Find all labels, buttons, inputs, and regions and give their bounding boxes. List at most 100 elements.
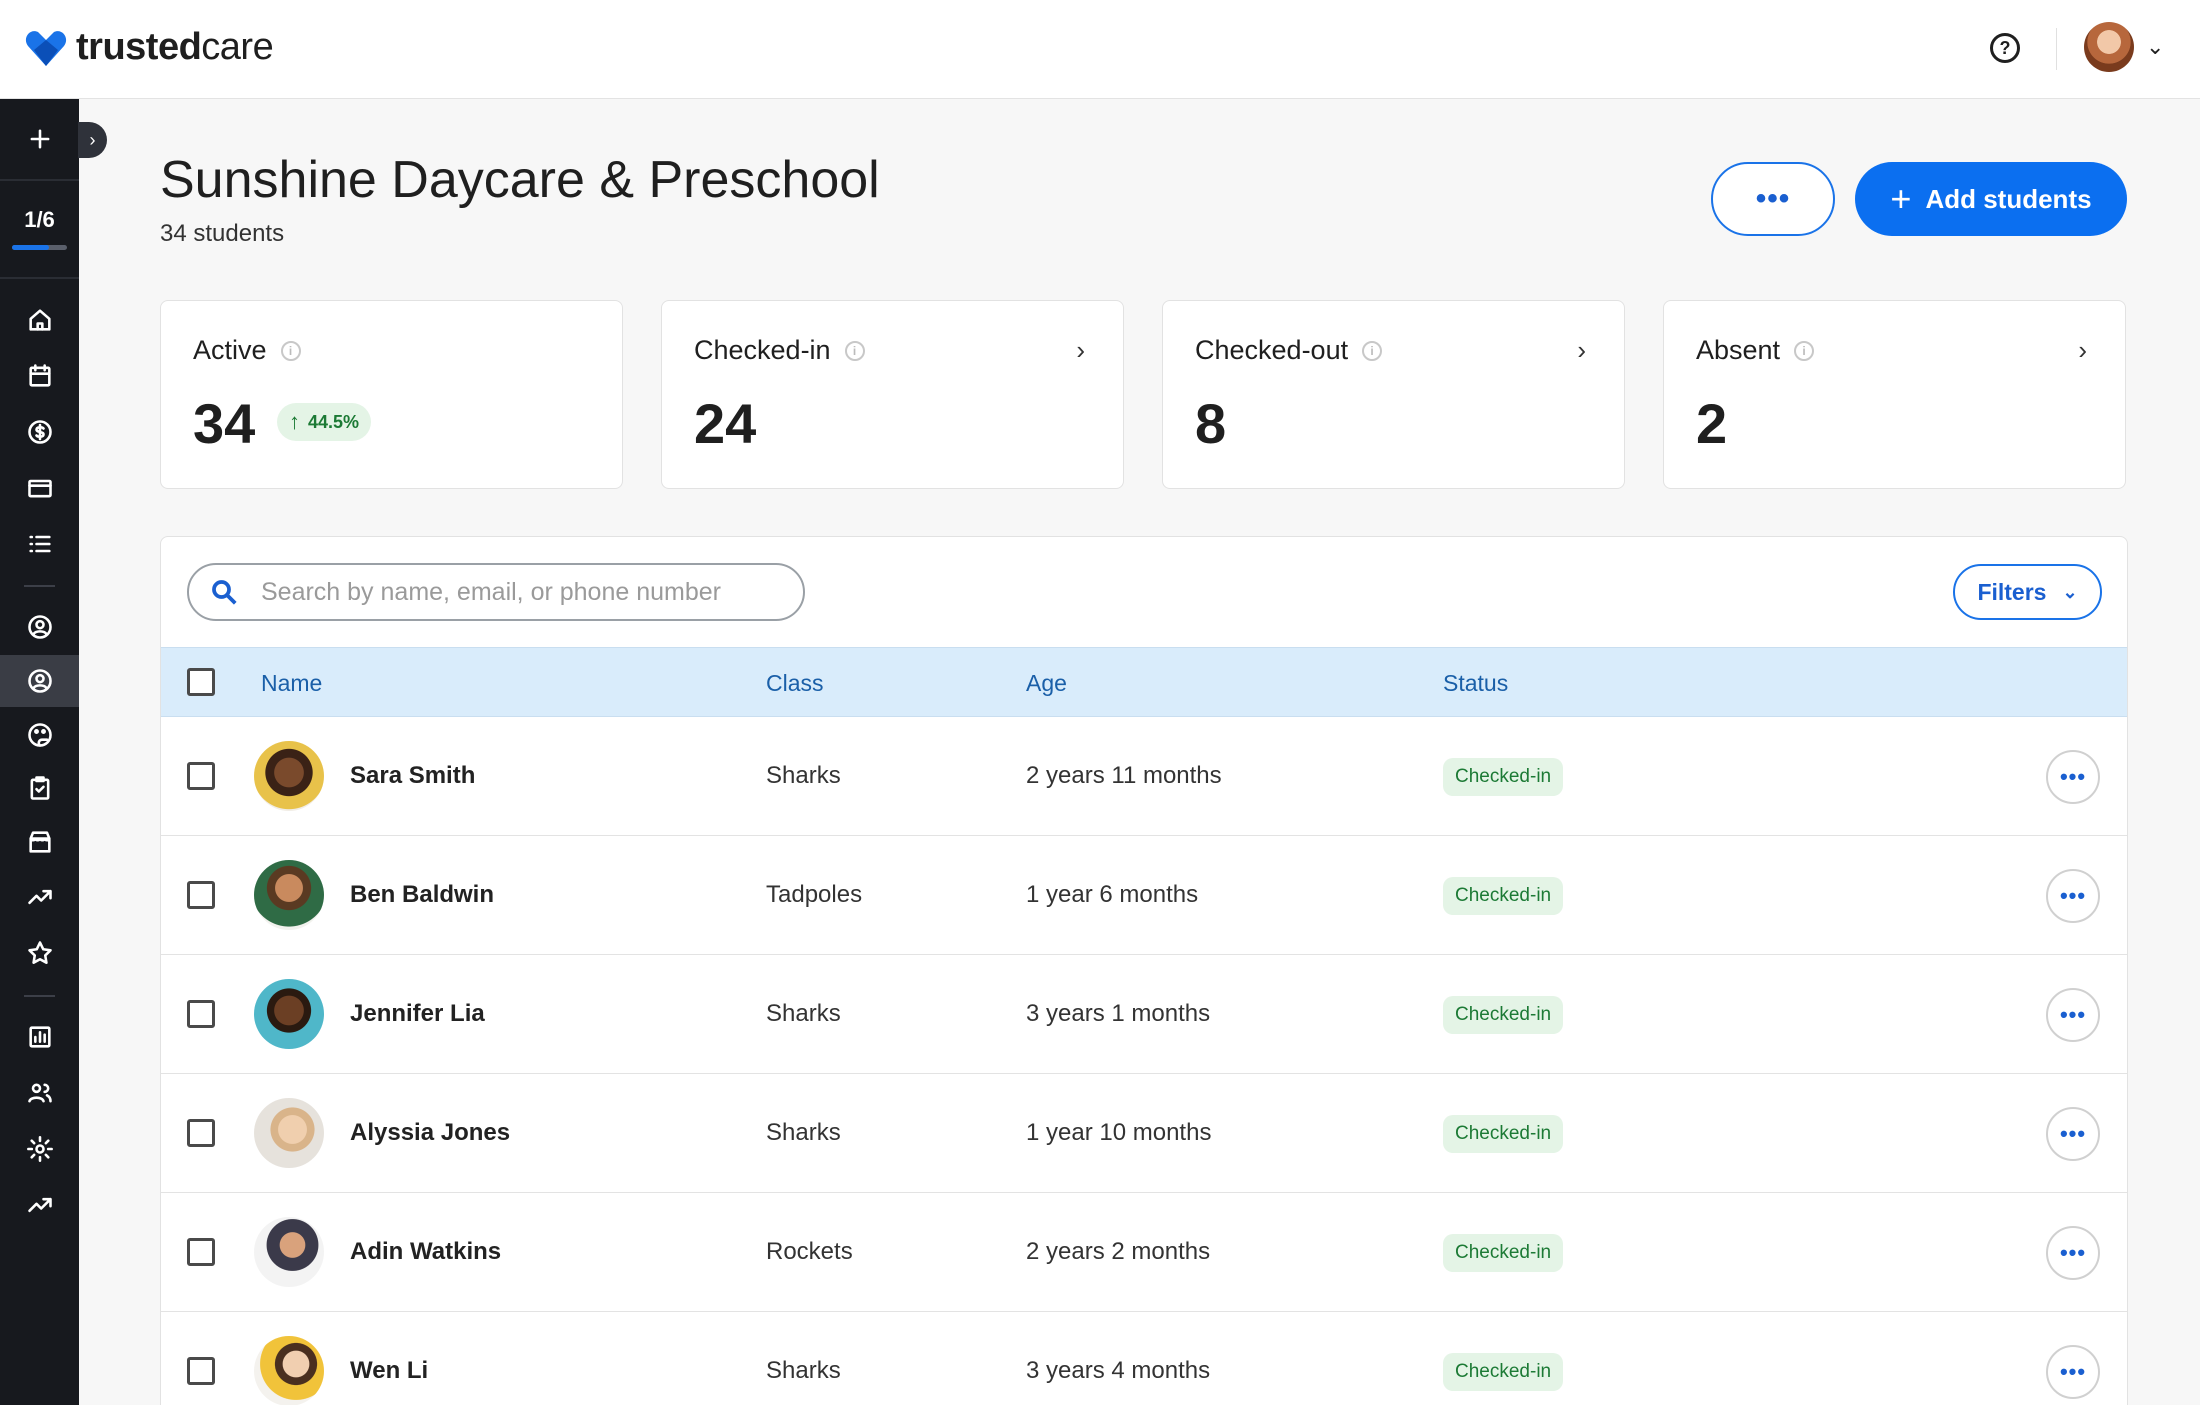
credit-card-icon[interactable] — [0, 462, 79, 514]
bar-chart-icon[interactable] — [0, 1011, 79, 1063]
chevron-down-icon[interactable]: ⌄ — [2146, 34, 2164, 60]
trending-up-icon[interactable] — [0, 871, 79, 923]
more-options-button[interactable]: ••• — [1711, 162, 1835, 236]
table-row[interactable]: Alyssia Jones Sharks 1 year 10 months Ch… — [161, 1074, 2127, 1193]
student-age: 3 years 1 months — [1026, 1000, 1211, 1027]
student-name[interactable]: Adin Watkins — [350, 1238, 501, 1266]
chevron-right-icon[interactable]: › — [1577, 335, 1586, 366]
row-more-button[interactable]: ••• — [2046, 1107, 2100, 1161]
row-more-button[interactable]: ••• — [2046, 1345, 2100, 1399]
student-name[interactable]: Ben Baldwin — [350, 881, 494, 909]
info-icon[interactable]: i — [844, 340, 865, 361]
table-row[interactable]: Jennifer Lia Sharks 3 years 1 months Che… — [161, 955, 2127, 1074]
user-avatar[interactable] — [2084, 22, 2134, 72]
add-students-label: Add students — [1925, 183, 2092, 214]
student-class: Sharks — [766, 1357, 841, 1384]
divider — [0, 277, 79, 279]
info-icon[interactable]: i — [1362, 340, 1383, 361]
student-name[interactable]: Wen Li — [350, 1357, 428, 1385]
student-name[interactable]: Sara Smith — [350, 762, 475, 790]
status-badge: Checked-in — [1443, 758, 1564, 796]
student-name[interactable]: Alyssia Jones — [350, 1119, 510, 1147]
clipboard-check-icon[interactable] — [0, 762, 79, 814]
info-icon[interactable]: i — [1794, 340, 1815, 361]
search-icon — [212, 580, 237, 605]
stat-label: Absent i — [1696, 335, 1815, 366]
store-icon[interactable] — [0, 816, 79, 868]
home-icon[interactable] — [0, 294, 79, 346]
status-badge: Checked-in — [1443, 1234, 1564, 1272]
student-count: 34 students — [160, 220, 285, 247]
student-name[interactable]: Jennifer Lia — [350, 1000, 485, 1028]
column-header-class[interactable]: Class — [766, 670, 824, 697]
info-icon[interactable]: i — [280, 340, 301, 361]
palette-icon[interactable] — [0, 709, 79, 761]
divider — [24, 995, 55, 997]
stat-card-checked-out[interactable]: Checked-out i 8 › — [1162, 300, 1625, 489]
divider — [0, 179, 79, 181]
table-row[interactable]: Sara Smith Sharks 2 years 11 months Chec… — [161, 717, 2127, 836]
row-checkbox[interactable] — [187, 762, 215, 790]
chevron-down-icon: ⌄ — [2062, 581, 2078, 602]
student-age: 2 years 2 months — [1026, 1238, 1211, 1265]
row-checkbox[interactable] — [187, 881, 215, 909]
filters-label: Filters — [1977, 578, 2047, 605]
stat-card-checked-in[interactable]: Checked-in i 24 › — [661, 300, 1124, 489]
plus-icon[interactable] — [0, 113, 79, 165]
row-more-button[interactable]: ••• — [2046, 1226, 2100, 1280]
row-checkbox[interactable] — [187, 1000, 215, 1028]
row-checkbox[interactable] — [187, 1119, 215, 1147]
list-icon[interactable] — [0, 518, 79, 570]
student-class: Sharks — [766, 1119, 841, 1146]
brand-name: trustedcare — [76, 26, 274, 68]
table-header: Name Class Age Status — [161, 647, 2127, 717]
students-table-panel: Filters ⌄ Name Class Age Status Sara Smi… — [160, 536, 2128, 1405]
student-avatar — [254, 979, 324, 1049]
stat-value: 2 — [1696, 392, 1728, 455]
stat-label: Checked-in i — [694, 335, 865, 366]
user-circle-icon[interactable] — [0, 601, 79, 653]
page-title: Sunshine Daycare & Preschool — [160, 151, 880, 209]
row-checkbox[interactable] — [187, 1357, 215, 1385]
gear-icon[interactable] — [0, 1123, 79, 1175]
table-row[interactable]: Ben Baldwin Tadpoles 1 year 6 months Che… — [161, 836, 2127, 955]
row-checkbox[interactable] — [187, 1238, 215, 1266]
column-header-status[interactable]: Status — [1443, 670, 1508, 697]
brand-logo[interactable]: trustedcare — [24, 26, 274, 69]
student-class: Sharks — [766, 1000, 841, 1027]
chevron-right-icon[interactable]: › — [1076, 335, 1085, 366]
table-row[interactable]: Adin Watkins Rockets 2 years 2 months Ch… — [161, 1193, 2127, 1312]
student-avatar — [254, 860, 324, 930]
student-icon[interactable] — [0, 655, 79, 707]
table-row[interactable]: Wen Li Sharks 3 years 4 months Checked-i… — [161, 1312, 2127, 1405]
trending-up-icon[interactable] — [0, 1179, 79, 1231]
add-students-button[interactable]: + Add students — [1855, 162, 2127, 236]
row-more-button[interactable]: ••• — [2046, 988, 2100, 1042]
help-icon[interactable]: ? — [1990, 33, 2020, 63]
divider — [24, 585, 55, 587]
student-age: 1 year 6 months — [1026, 881, 1199, 908]
row-more-button[interactable]: ••• — [2046, 869, 2100, 923]
search-box[interactable] — [187, 563, 805, 621]
chevron-right-icon[interactable]: › — [2078, 335, 2087, 366]
calendar-icon[interactable] — [0, 350, 79, 402]
status-badge: Checked-in — [1443, 996, 1564, 1034]
row-more-button[interactable]: ••• — [2046, 750, 2100, 804]
status-badge: Checked-in — [1443, 1115, 1564, 1153]
stat-value: 8 — [1195, 392, 1227, 455]
search-input[interactable] — [261, 577, 781, 607]
star-icon[interactable] — [0, 927, 79, 979]
dollar-icon[interactable] — [0, 406, 79, 458]
select-all-checkbox[interactable] — [187, 668, 215, 696]
student-age: 2 years 11 months — [1026, 762, 1222, 789]
column-header-name[interactable]: Name — [261, 670, 322, 697]
sidebar: 1/6 — [0, 99, 79, 1405]
filters-button[interactable]: Filters ⌄ — [1953, 564, 2102, 620]
column-header-age[interactable]: Age — [1026, 670, 1067, 697]
student-class: Tadpoles — [766, 881, 863, 908]
status-badge: Checked-in — [1443, 1353, 1564, 1391]
sidebar-expand-button[interactable]: › — [78, 122, 107, 158]
people-icon[interactable] — [0, 1067, 79, 1119]
student-avatar — [254, 1217, 324, 1287]
stat-card-absent[interactable]: Absent i 2 › — [1663, 300, 2126, 489]
